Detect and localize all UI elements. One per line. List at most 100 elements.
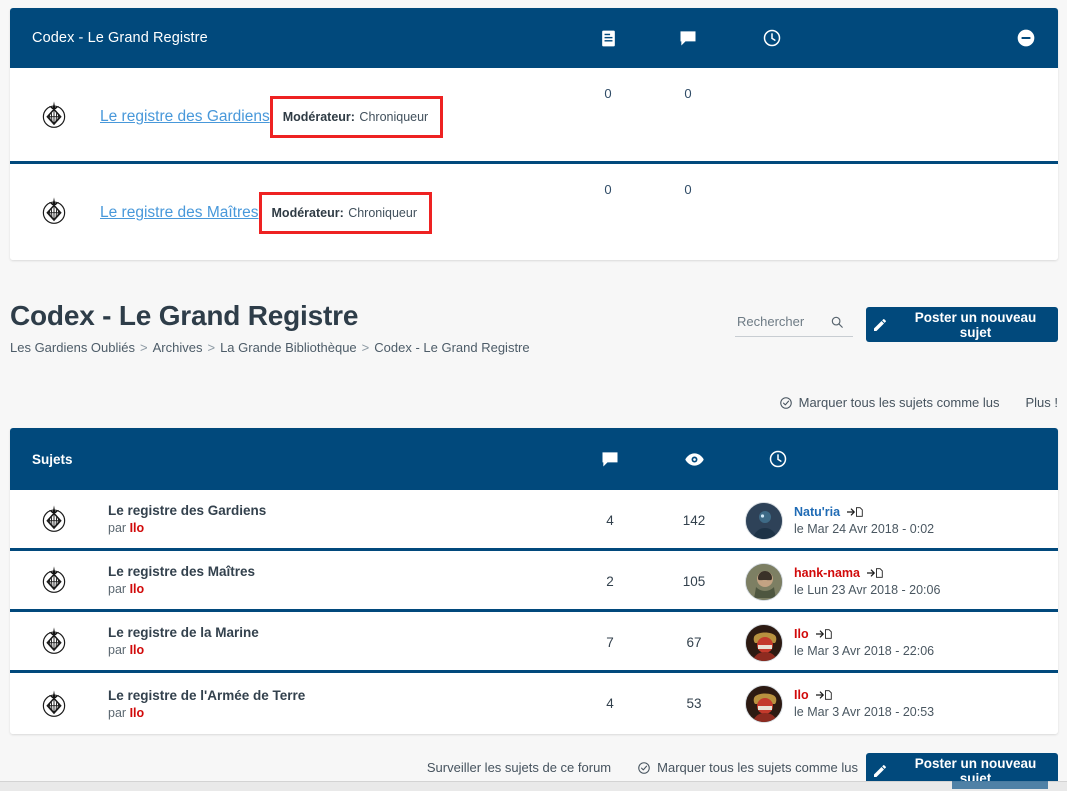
post-new-topic-button-top[interactable]: Poster un nouveau sujet [866, 307, 1058, 342]
more-link[interactable]: Plus ! [1025, 395, 1058, 410]
topic-author-name[interactable]: Ilo [130, 706, 145, 720]
topics-header-icons [568, 428, 820, 490]
check-circle-icon [637, 761, 651, 775]
forum-block-header: Codex - Le Grand Registre [10, 8, 1058, 68]
mark-all-read-label-bottom: Marquer tous les sujets comme lus [657, 760, 858, 775]
forum-emblem-icon [37, 194, 71, 228]
forum-topics-count: 0 [604, 182, 612, 197]
last-post-cell: hank-nama le Lun 23 Avr 2018 - 20:06 [745, 551, 940, 612]
page-bottom-strip [0, 781, 1067, 791]
forum-counts: 00 [570, 68, 730, 101]
topic-views: 105 [682, 574, 706, 589]
topic-replies: 4 [606, 513, 614, 528]
topic-counts: 2 105 [568, 551, 736, 612]
topic-author-name[interactable]: Ilo [130, 582, 145, 596]
clock-icon [730, 28, 814, 48]
collapse-forum-button[interactable] [1016, 28, 1036, 48]
clipped-footer-fragment [952, 781, 1048, 789]
forum-emblem-icon [37, 98, 71, 132]
forum-counts: 00 [570, 164, 730, 197]
last-post-user[interactable]: Ilo [794, 627, 809, 641]
pencil-icon [872, 763, 888, 779]
forum-row-icon [10, 68, 98, 132]
forum-row[interactable]: Le registre des Maîtres Modérateur: Chron… [10, 164, 1058, 260]
forum-block-title: Codex - Le Grand Registre [32, 30, 208, 46]
forum-emblem-icon [37, 687, 71, 721]
breadcrumb-item[interactable]: La Grande Bibliothèque [220, 340, 357, 355]
breadcrumb-separator: > [361, 340, 370, 355]
last-post-cell: Natu'ria le Mar 24 Avr 2018 - 0:02 [745, 490, 934, 551]
forum-block-header-icons [570, 8, 814, 68]
forum-list-block: Codex - Le Grand Registre Le registre de… [10, 8, 1058, 260]
moderator-name[interactable]: Chroniqueur [348, 206, 417, 220]
topic-row-icon [10, 502, 98, 536]
topic-row[interactable]: Le registre des Gardiens par Ilo 4 142 Natu'… [10, 490, 1058, 551]
goto-last-post-icon[interactable] [867, 567, 883, 579]
breadcrumb-item[interactable]: Codex - Le Grand Registre [374, 340, 529, 355]
goto-last-post-icon[interactable] [815, 689, 832, 701]
topic-row[interactable]: Le registre de l'Armée de Terre par Ilo 4 5… [10, 673, 1058, 734]
moderator-label: Modérateur: [271, 206, 344, 220]
last-post-date: le Lun 23 Avr 2018 - 20:06 [794, 583, 941, 597]
topics-icon [570, 29, 646, 48]
last-post-user[interactable]: hank-nama [794, 566, 860, 580]
topic-views: 142 [682, 513, 706, 528]
topic-by-label: par [108, 643, 127, 657]
topic-row-icon [10, 563, 98, 597]
moderator-annotation: Modérateur: Chroniqueur [269, 96, 444, 138]
breadcrumb-separator: > [140, 340, 148, 355]
topic-row-icon [10, 687, 98, 721]
topic-counts: 4 142 [568, 490, 736, 551]
more-label: Plus ! [1025, 395, 1058, 410]
breadcrumb-item[interactable]: Les Gardiens Oubliés [10, 340, 135, 355]
avatar[interactable] [745, 623, 783, 662]
breadcrumb-item[interactable]: Archives [153, 340, 203, 355]
forum-emblem-icon [37, 563, 71, 597]
forum-row[interactable]: Le registre des Gardiens Modérateur: Chro… [10, 68, 1058, 164]
last-post-date: le Mar 24 Avr 2018 - 0:02 [794, 522, 935, 536]
forum-topics-count: 0 [604, 86, 612, 101]
check-circle-icon [779, 396, 793, 410]
avatar[interactable] [745, 562, 783, 601]
goto-last-post-icon[interactable] [847, 506, 863, 518]
topic-by-label: par [108, 705, 127, 720]
topic-row[interactable]: Le registre des Maîtres par Ilo 2 105 hank-n… [10, 551, 1058, 612]
last-post-user[interactable]: Ilo [794, 688, 809, 702]
forum-link[interactable]: Le registre des Maîtres [100, 204, 259, 222]
forum-posts-count: 0 [684, 86, 692, 101]
topics-column-header: Sujets [32, 451, 73, 467]
topic-author-name[interactable]: Ilo [130, 643, 145, 657]
mark-all-read-link-top[interactable]: Marquer tous les sujets comme lus [779, 395, 1000, 410]
watch-forum-link[interactable]: Surveiller les sujets de ce forum [427, 760, 611, 775]
goto-last-post-icon[interactable] [815, 628, 832, 640]
search-box[interactable] [735, 313, 853, 337]
moderator-label: Modérateur: [282, 110, 355, 124]
forum-page: Codex - Le Grand Registre Le registre de… [0, 0, 1067, 791]
moderator-name[interactable]: Chroniqueur [359, 110, 428, 124]
pencil-icon [872, 317, 888, 333]
topic-row[interactable]: Le registre de la Marine par Ilo 7 67 Ilo le … [10, 612, 1058, 673]
search-input[interactable] [735, 313, 830, 330]
topic-replies: 2 [606, 574, 614, 589]
topic-replies: 7 [606, 635, 614, 650]
avatar[interactable] [745, 684, 783, 723]
search-icon[interactable] [830, 315, 844, 329]
last-post-cell: Ilo le Mar 3 Avr 2018 - 22:06 [745, 612, 934, 673]
mark-all-read-label-top: Marquer tous les sujets comme lus [798, 395, 1000, 410]
watch-forum-label: Surveiller les sujets de ce forum [426, 760, 612, 775]
topics-table: Sujets Le registre des Gardiens par Ilo … [10, 428, 1058, 734]
mark-all-read-link-bottom[interactable]: Marquer tous les sujets comme lus [637, 760, 858, 775]
topic-views: 53 [686, 696, 702, 711]
avatar[interactable] [745, 501, 783, 540]
forum-link[interactable]: Le registre des Gardiens [100, 108, 270, 126]
views-icon [652, 449, 736, 470]
last-post-date: le Mar 3 Avr 2018 - 22:06 [794, 644, 935, 658]
forum-emblem-icon [37, 502, 71, 536]
forum-rows: Le registre des Gardiens Modérateur: Chro… [10, 68, 1058, 260]
forum-emblem-icon [37, 624, 71, 658]
topic-rows: Le registre des Gardiens par Ilo 4 142 Natu'… [10, 490, 1058, 734]
topic-author-name[interactable]: Ilo [130, 521, 145, 535]
last-post-user[interactable]: Natu'ria [794, 505, 840, 519]
forum-posts-count: 0 [684, 182, 692, 197]
topic-row-icon [10, 624, 98, 658]
